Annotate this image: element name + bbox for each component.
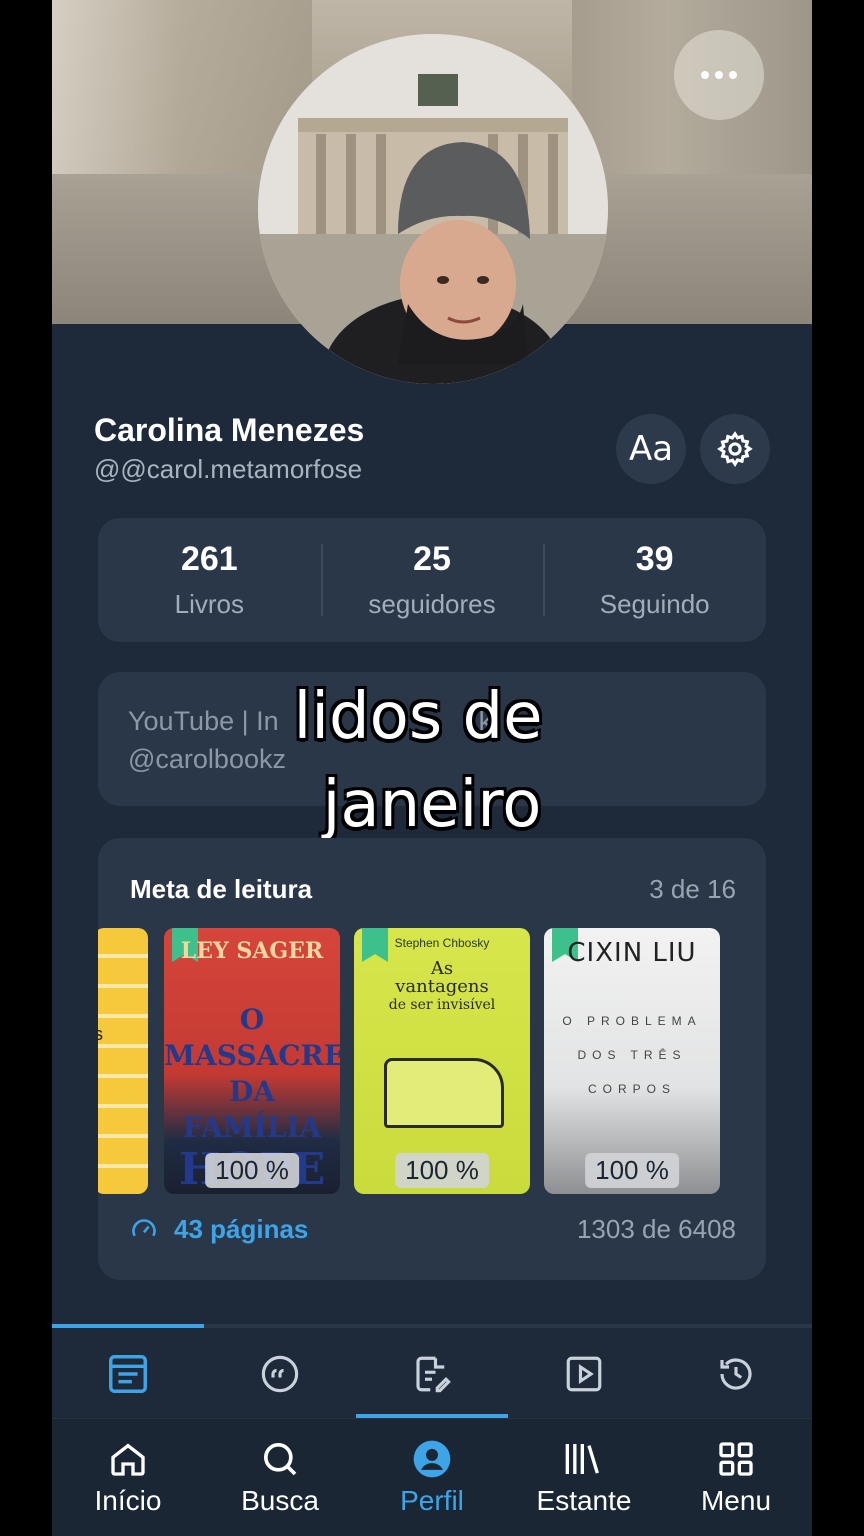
nav-label: Menu bbox=[700, 1484, 772, 1516]
nav-search[interactable]: Busca bbox=[204, 1419, 356, 1536]
font-size-button[interactable]: Aa bbox=[616, 414, 686, 484]
book-progress-badge: 100 % bbox=[585, 1153, 679, 1188]
pages-total: 1303 de 6408 bbox=[576, 1214, 736, 1244]
stat-following[interactable]: 39 Seguindo bbox=[543, 518, 766, 642]
stat-label: Livros bbox=[174, 589, 245, 619]
book-cover[interactable]: Stephen Chbosky As vantagens de ser invi… bbox=[354, 928, 530, 1194]
nav-label: Perfil bbox=[400, 1484, 464, 1516]
book-author: CIXIN LIU bbox=[567, 938, 697, 968]
profile-handle: @@carol.metamorfose bbox=[94, 454, 363, 484]
tab-videos[interactable] bbox=[508, 1330, 660, 1418]
book-author: Stephen Chbosky bbox=[394, 936, 490, 950]
nav-profile[interactable]: Perfil bbox=[356, 1419, 508, 1536]
stat-books[interactable]: 261 Livros bbox=[98, 518, 321, 642]
book-cover[interactable]: LEY SAGER O MASSACRE DA FAMÍLIA HOPE 100… bbox=[164, 928, 340, 1194]
bottom-navigation: Início Busca Perfil Estante Menu bbox=[52, 1418, 812, 1536]
gear-icon bbox=[717, 431, 753, 467]
book-title: O PROBLEMA DOS TRÊS CORPOS bbox=[562, 1014, 702, 1096]
more-options-button[interactable] bbox=[674, 30, 764, 120]
profile-stats: 261 Livros 25 seguidores 39 Seguindo bbox=[98, 518, 766, 642]
book-cover[interactable]: s bbox=[98, 928, 148, 1194]
stat-label: Seguindo bbox=[599, 589, 710, 619]
stat-label: seguidores bbox=[368, 589, 496, 619]
settings-button[interactable] bbox=[700, 414, 770, 484]
dot-icon bbox=[729, 71, 737, 79]
feed-icon bbox=[109, 1355, 147, 1393]
stat-followers[interactable]: 25 seguidores bbox=[320, 518, 544, 642]
grid-menu-icon bbox=[719, 1441, 753, 1476]
nav-label: Busca bbox=[241, 1484, 319, 1516]
book-author: LEY SAGER bbox=[180, 938, 324, 964]
nav-label: Estante bbox=[536, 1484, 632, 1516]
caption-overlay-line: janeiro bbox=[322, 768, 542, 842]
avatar[interactable] bbox=[258, 34, 608, 384]
pages-read[interactable]: 43 páginas bbox=[130, 1214, 308, 1245]
tab-reviews[interactable] bbox=[356, 1330, 508, 1418]
profile-name: Carolina Menezes bbox=[94, 412, 365, 448]
home-icon bbox=[111, 1443, 145, 1476]
stat-value: 25 bbox=[413, 540, 451, 578]
nav-menu[interactable]: Menu bbox=[660, 1419, 812, 1536]
reading-goal-count: 3 de 16 bbox=[649, 874, 736, 904]
scroll-indicator-thumb bbox=[52, 1324, 204, 1328]
nav-bookshelf[interactable]: Estante bbox=[508, 1419, 660, 1536]
dot-icon bbox=[715, 71, 723, 79]
reading-goal-card[interactable]: Meta de leitura 3 de 16 s LEY SAGER O MA… bbox=[98, 838, 766, 1280]
tab-history[interactable] bbox=[660, 1330, 812, 1418]
nav-label: Início bbox=[94, 1484, 162, 1516]
quote-icon bbox=[261, 1355, 299, 1393]
profile-tabs bbox=[52, 1330, 812, 1418]
history-icon bbox=[720, 1358, 752, 1390]
book-cover[interactable]: CIXIN LIU O PROBLEMA DOS TRÊS CORPOS 100… bbox=[544, 928, 720, 1194]
font-size-icon: Aa bbox=[628, 429, 674, 469]
tab-quotes[interactable] bbox=[204, 1330, 356, 1418]
reading-goal-title: Meta de leitura bbox=[130, 874, 313, 904]
dot-icon bbox=[701, 71, 709, 79]
book-title: As vantagens de ser invisível bbox=[388, 958, 496, 1014]
profile-icon bbox=[413, 1440, 451, 1477]
stat-value: 261 bbox=[180, 540, 238, 578]
profile-screen: Carolina Menezes @@carol.metamorfose Aa … bbox=[52, 0, 812, 1536]
book-progress-badge: 100 % bbox=[205, 1153, 299, 1188]
tab-feed[interactable] bbox=[52, 1330, 204, 1418]
scroll-indicator bbox=[52, 1324, 812, 1328]
car-illustration bbox=[384, 1058, 504, 1128]
speedometer-icon bbox=[132, 1218, 156, 1236]
book-progress-badge: 100 % bbox=[395, 1153, 489, 1188]
nav-home[interactable]: Início bbox=[52, 1419, 204, 1536]
video-icon bbox=[566, 1356, 602, 1392]
bookshelf-icon bbox=[565, 1443, 599, 1474]
review-icon bbox=[416, 1356, 451, 1393]
search-icon bbox=[264, 1442, 297, 1475]
stat-value: 39 bbox=[635, 540, 674, 578]
pages-read-label: 43 páginas bbox=[174, 1214, 309, 1244]
caption-overlay-line: lidos de bbox=[293, 680, 543, 754]
